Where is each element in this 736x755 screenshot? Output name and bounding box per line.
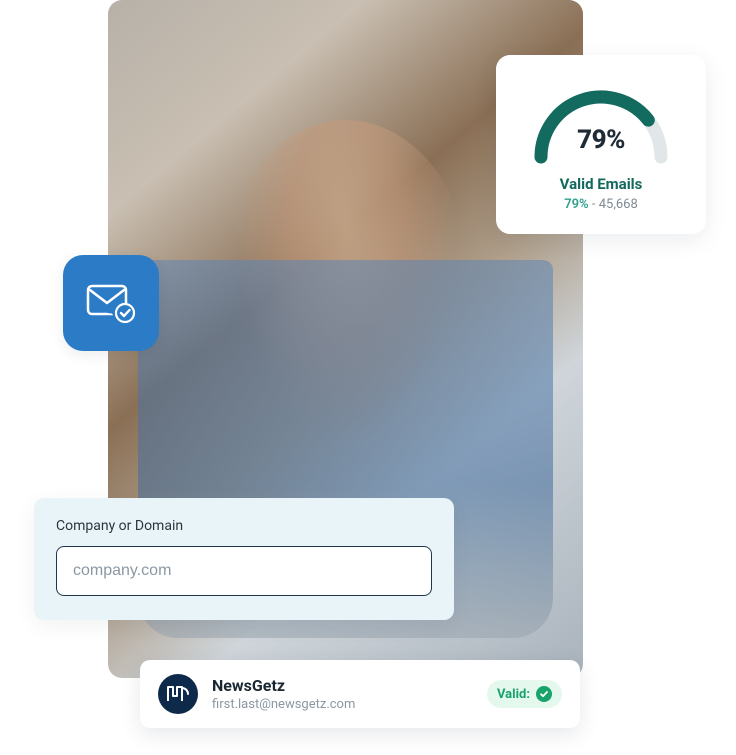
gauge-sub-count: 45,668 bbox=[599, 197, 638, 212]
gauge-sub-sep: - bbox=[589, 197, 599, 212]
gauge-card: 79% Valid Emails 79% - 45,668 bbox=[496, 55, 706, 234]
search-label: Company or Domain bbox=[56, 518, 432, 534]
gauge-title: Valid Emails bbox=[514, 175, 688, 193]
search-card: Company or Domain bbox=[34, 498, 454, 620]
gauge-value: 79% bbox=[521, 125, 681, 155]
valid-badge: Valid: bbox=[487, 680, 562, 708]
result-company-name: NewsGetz bbox=[212, 676, 487, 695]
gauge-subtext: 79% - 45,668 bbox=[514, 197, 688, 212]
result-email: first.last@newsgetz.com bbox=[212, 697, 487, 712]
check-circle-icon bbox=[536, 686, 552, 702]
valid-label: Valid: bbox=[497, 687, 530, 702]
gauge-sub-pct: 79% bbox=[564, 197, 588, 212]
company-domain-input[interactable] bbox=[56, 546, 432, 596]
result-card[interactable]: NewsGetz first.last@newsgetz.com Valid: bbox=[140, 660, 580, 728]
company-logo bbox=[158, 674, 198, 714]
gauge: 79% bbox=[521, 77, 681, 167]
mail-verified-icon bbox=[63, 255, 159, 351]
